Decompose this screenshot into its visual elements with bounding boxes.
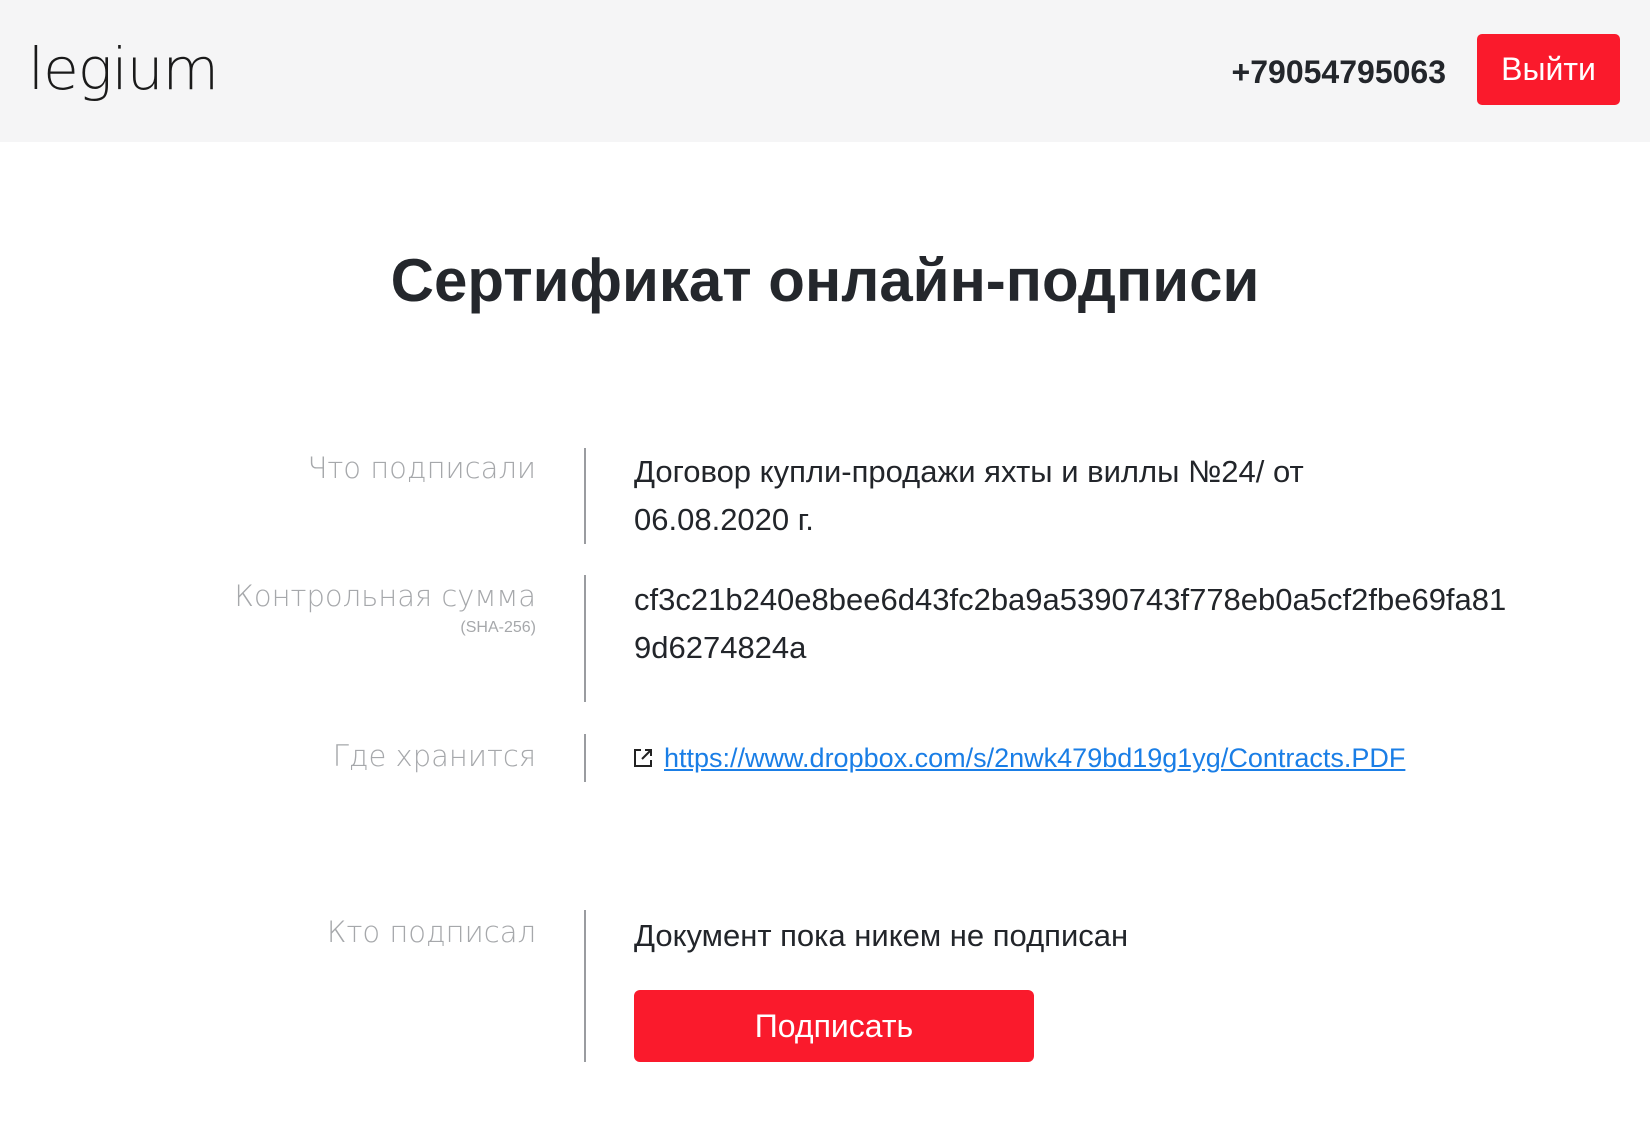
divider xyxy=(584,448,586,544)
logo[interactable]: legium xyxy=(28,34,219,104)
signer-label: Кто подписал xyxy=(326,915,536,949)
document-title-line-2: 06.08.2020 г. xyxy=(634,502,814,537)
checksum-value: cf3c21b240e8bee6d43fc2ba9a5390743f778eb0… xyxy=(634,582,1507,665)
external-link-icon xyxy=(632,747,654,769)
checksum-algorithm-label: (SHA-256) xyxy=(460,619,536,636)
storage-label: Где хранится xyxy=(332,739,536,773)
signer-status: Документ пока никем не подписан xyxy=(634,918,1129,953)
document-title: Договор купли-продажи яхты и виллы №24/ … xyxy=(634,448,1304,544)
checksum-label: Контрольная сумма xyxy=(234,579,536,613)
what-signed-label: Что подписали xyxy=(307,451,536,485)
storage-link-container: https://www.dropbox.com/s/2nwk479bd19g1y… xyxy=(632,740,1405,776)
storage-link[interactable]: https://www.dropbox.com/s/2nwk479bd19g1y… xyxy=(664,740,1405,776)
divider xyxy=(584,910,586,1062)
divider xyxy=(584,734,586,782)
divider xyxy=(584,575,586,702)
header: legium +79054795063 Выйти xyxy=(0,0,1650,142)
page-title: Сертификат онлайн-подписи xyxy=(390,247,1260,314)
user-phone: +79054795063 xyxy=(1231,54,1446,90)
document-title-line-1: Договор купли-продажи яхты и виллы №24/ … xyxy=(634,454,1304,489)
logout-button[interactable]: Выйти xyxy=(1477,34,1620,105)
sign-button[interactable]: Подписать xyxy=(634,990,1034,1062)
